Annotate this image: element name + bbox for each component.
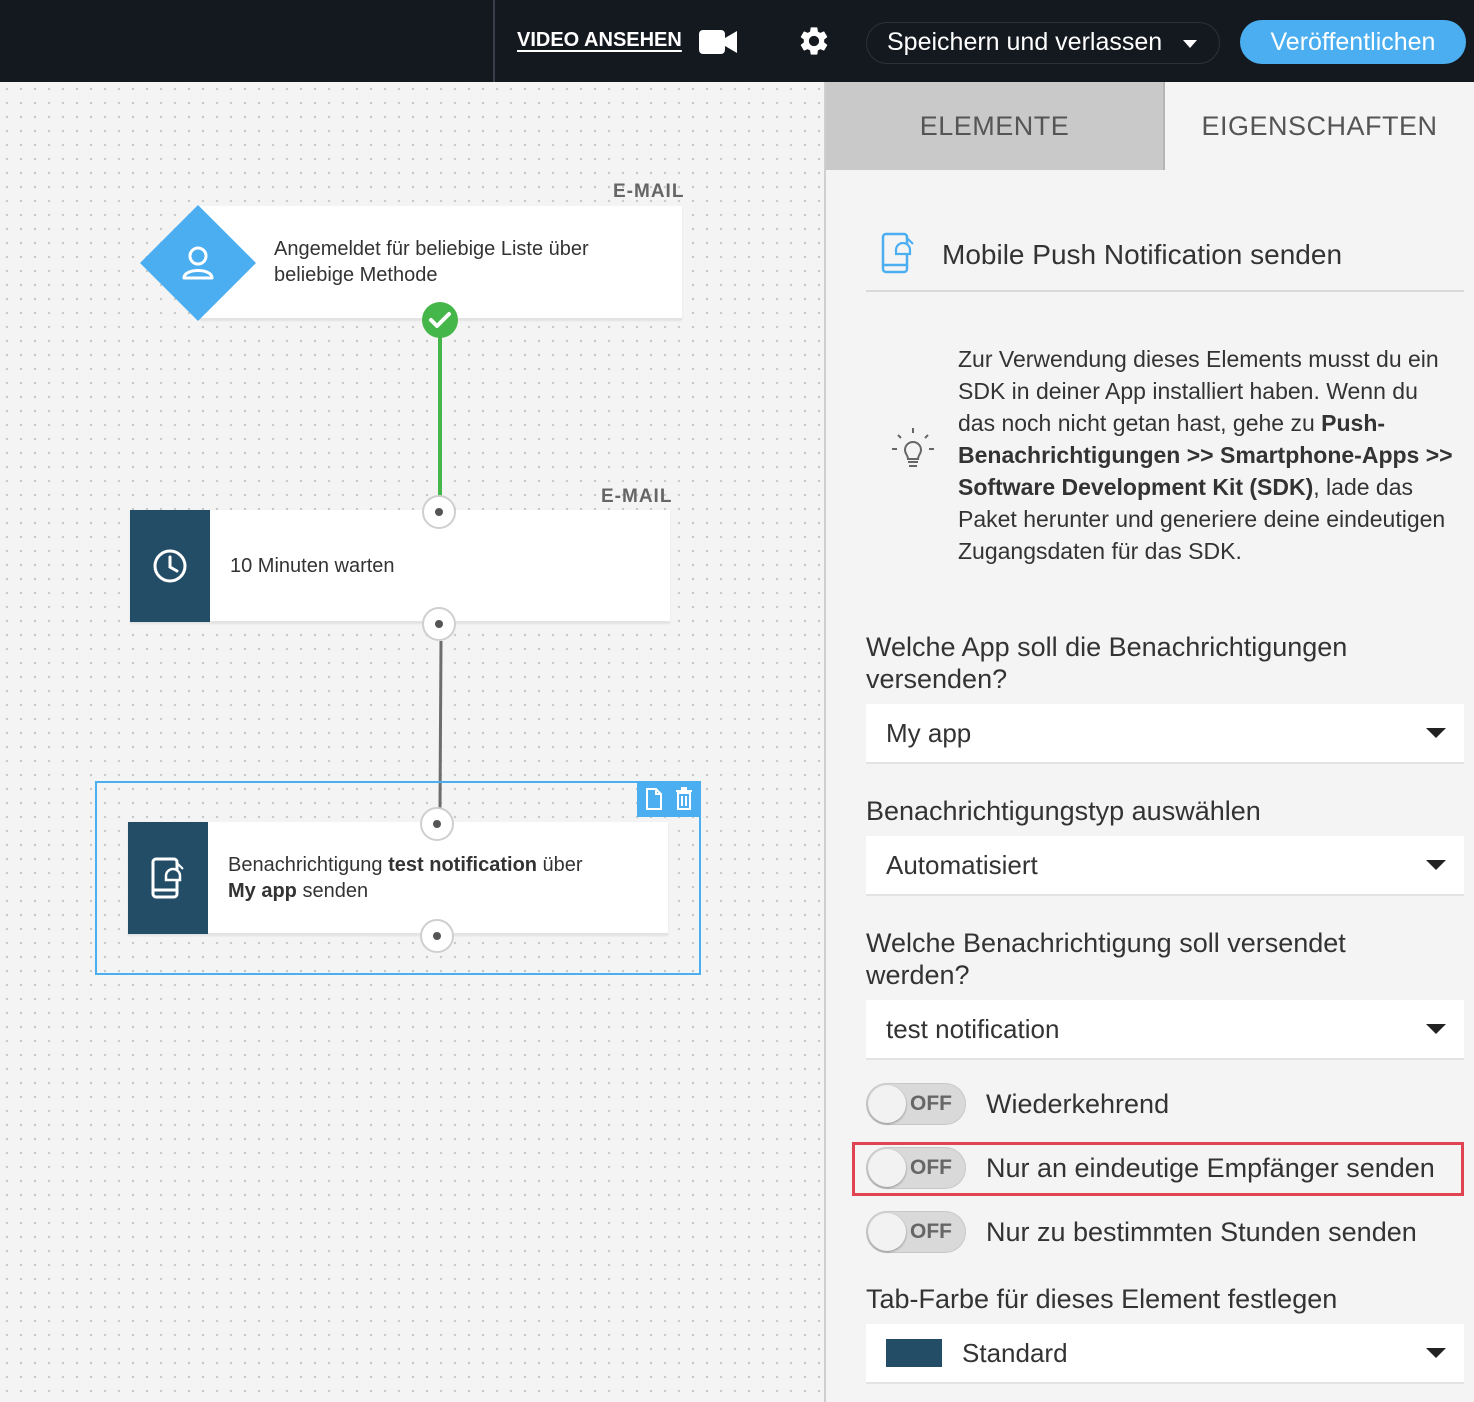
caret-down-icon — [1426, 1348, 1446, 1358]
toggle-recurring-label: Wiederkehrend — [986, 1089, 1170, 1119]
tab-elemente[interactable]: ELEMENTE — [826, 82, 1165, 170]
topbar-divider — [493, 0, 495, 82]
color-swatch — [886, 1339, 942, 1368]
chevron-down-icon — [1183, 40, 1197, 48]
toggle-specific-hours[interactable]: OFF — [866, 1211, 966, 1253]
caret-down-icon — [1426, 1024, 1446, 1034]
type-select-value: Automatisiert — [886, 850, 1038, 880]
video-camera-icon[interactable] — [698, 28, 738, 56]
toggle-knob — [868, 1085, 906, 1123]
top-bar: VIDEO ANSEHEN Speichern und verlassen Ve… — [0, 0, 1474, 82]
gear-icon[interactable] — [797, 24, 831, 58]
publish-button[interactable]: Veröffentlichen — [1240, 20, 1466, 64]
save-and-exit-dropdown[interactable]: Speichern und verlassen — [866, 22, 1220, 64]
highlight-box — [852, 1142, 1464, 1196]
success-check-icon — [422, 302, 458, 338]
push-node-iconbox — [128, 822, 208, 934]
notification-select[interactable]: test notification — [866, 1000, 1464, 1060]
user-icon — [182, 246, 214, 280]
clock-icon — [153, 549, 187, 583]
sdk-info-text: Zur Verwendung dieses Elements musst du … — [958, 343, 1458, 567]
push-node-notification-name: test notification — [388, 854, 537, 876]
tab-eigenschaften[interactable]: EIGENSCHAFTEN — [1165, 82, 1474, 170]
node-output-port[interactable] — [420, 919, 454, 953]
node-category-label: E-MAIL — [613, 181, 685, 202]
tab-color-select[interactable]: Standard — [866, 1324, 1464, 1384]
panel-title: Mobile Push Notification senden — [942, 239, 1343, 270]
title-divider — [866, 290, 1464, 292]
type-select-label: Benachrichtigungstyp auswählen — [866, 796, 1261, 826]
wait-node-text: 10 Minuten warten — [230, 555, 395, 577]
toggle-state: OFF — [910, 1092, 952, 1115]
tab-color-value: Standard — [962, 1338, 1068, 1368]
app-select-value: My app — [886, 718, 972, 748]
mobile-push-icon — [151, 857, 184, 899]
properties-panel: ELEMENTE EIGENSCHAFTEN Mobile Push Notif… — [826, 82, 1474, 1402]
lightbulb-icon — [892, 428, 934, 467]
duplicate-icon[interactable] — [645, 788, 663, 810]
node-output-port[interactable] — [422, 607, 456, 641]
toggle-state: OFF — [910, 1220, 952, 1243]
push-node-text: Benachrichtigung test notification über M… — [228, 852, 648, 904]
push-node-app-name: My app — [228, 880, 297, 902]
wait-node-iconbox — [130, 510, 210, 622]
app-select[interactable]: My app — [866, 704, 1464, 764]
trigger-node-text: Angemeldet für beliebige Liste über beli… — [274, 238, 589, 286]
push-node-text-suffix: senden — [296, 880, 369, 902]
type-select[interactable]: Automatisiert — [866, 836, 1464, 896]
caret-down-icon — [1426, 728, 1446, 738]
node-toolbar — [637, 781, 701, 817]
mobile-push-icon — [881, 232, 914, 274]
notification-select-label: Welche Benachrichtigung soll versendet w… — [866, 928, 1346, 990]
trash-icon[interactable] — [675, 787, 693, 810]
node-input-port[interactable] — [420, 807, 454, 841]
push-node-text-middle: über — [537, 854, 583, 876]
wait-node[interactable] — [130, 510, 670, 623]
watch-video-link[interactable]: VIDEO ANSEHEN — [517, 29, 682, 52]
node-input-port[interactable] — [422, 495, 456, 529]
push-node-text-prefix: Benachrichtigung — [228, 854, 389, 876]
toggle-knob — [868, 1213, 906, 1251]
caret-down-icon — [1426, 860, 1446, 870]
notification-select-value: test notification — [886, 1014, 1060, 1044]
app-select-label: Welche App soll die Benachrichtigungen v… — [866, 632, 1348, 694]
toggle-specific-hours-label: Nur zu bestimmten Stunden senden — [986, 1217, 1417, 1247]
tab-color-label: Tab-Farbe für dieses Element festlegen — [866, 1284, 1338, 1314]
save-and-exit-label: Speichern und verlassen — [887, 28, 1163, 56]
toggle-recurring[interactable]: OFF — [866, 1083, 966, 1125]
node-category-label: E-MAIL — [601, 486, 673, 507]
